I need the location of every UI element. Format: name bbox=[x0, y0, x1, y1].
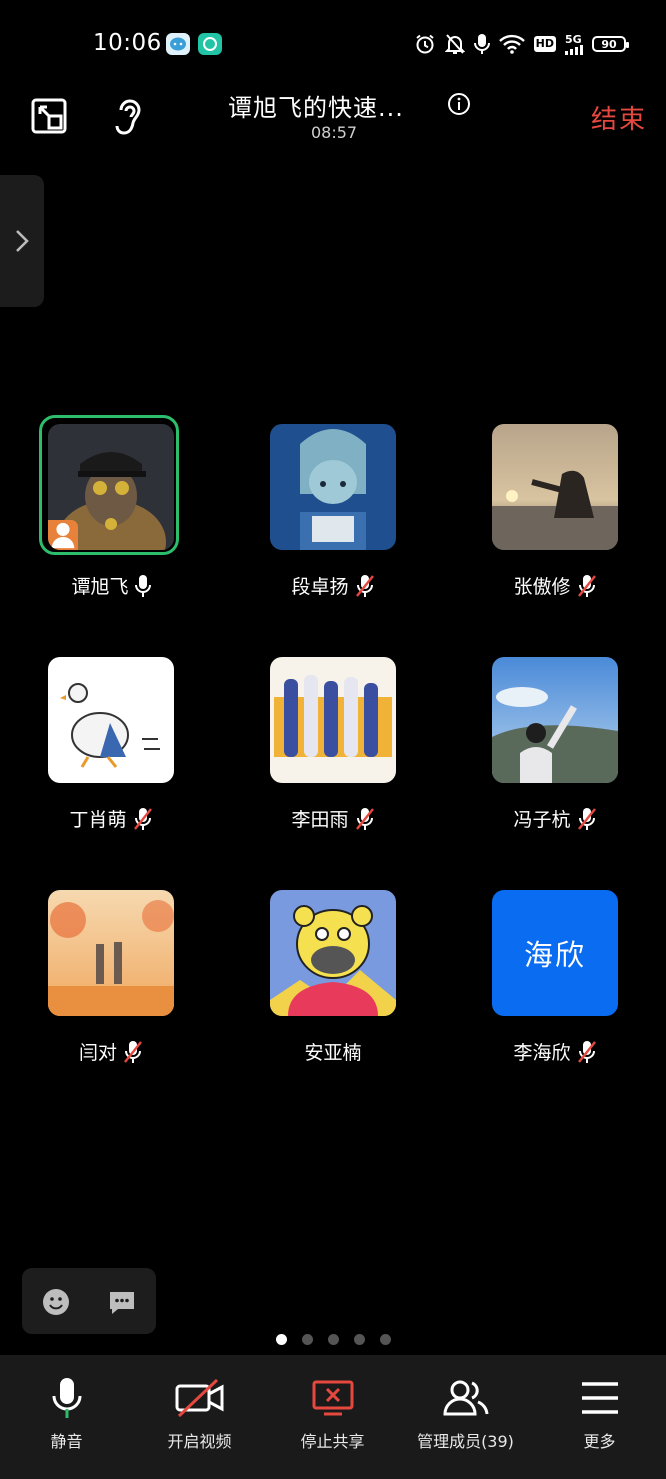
microphone-icon bbox=[52, 1378, 81, 1418]
participant-name: 安亚楠 bbox=[304, 1042, 362, 1064]
chat-app-notification-icon bbox=[166, 33, 190, 55]
reaction-bar bbox=[22, 1268, 156, 1334]
picture-in-picture-icon bbox=[31, 98, 67, 134]
participant-name-row: 冯子杭 bbox=[465, 805, 645, 832]
stop-sharing-label: 停止共享 bbox=[300, 1432, 365, 1451]
participant-avatar bbox=[48, 657, 174, 783]
mute-label: 静音 bbox=[50, 1432, 83, 1451]
participant-name-row: 安亚楠 bbox=[243, 1038, 423, 1065]
meeting-app-notification-icon bbox=[198, 33, 222, 55]
stop-sharing-button[interactable]: 停止共享 bbox=[266, 1355, 399, 1479]
participant-avatar bbox=[270, 424, 396, 550]
start-video-button[interactable]: 开启视频 bbox=[133, 1355, 266, 1479]
start-video-label: 开启视频 bbox=[167, 1432, 232, 1451]
network-type: 5G bbox=[565, 32, 582, 46]
status-bar: 10:06 HD 5G 90 bbox=[0, 0, 666, 88]
participant-name: 段卓扬 bbox=[291, 576, 349, 598]
participant-avatar: 海欣 bbox=[492, 890, 618, 1016]
participant-name-row: 李田雨 bbox=[243, 805, 423, 832]
page-indicator[interactable] bbox=[0, 1334, 666, 1345]
speaking-indicator bbox=[39, 415, 179, 555]
chat-bubble-icon bbox=[110, 1292, 134, 1314]
page-dot bbox=[275, 1334, 287, 1345]
stop-share-icon bbox=[312, 1380, 353, 1416]
participant-name: 闫对 bbox=[78, 1042, 117, 1064]
participant-name: 李田雨 bbox=[291, 809, 349, 831]
participant-name: 丁肖萌 bbox=[69, 809, 127, 831]
microphone-muted-icon bbox=[577, 574, 596, 597]
page-dot bbox=[327, 1334, 339, 1345]
emoji-button[interactable] bbox=[42, 1288, 70, 1316]
meeting-timer: 08:57 bbox=[311, 123, 358, 142]
chevron-right-icon bbox=[16, 230, 29, 252]
participant-avatar bbox=[270, 890, 396, 1016]
members-icon bbox=[442, 1380, 488, 1416]
battery-indicator: 90 bbox=[592, 36, 629, 52]
more-button[interactable]: 更多 bbox=[533, 1355, 666, 1479]
microphone-muted-icon bbox=[355, 807, 374, 830]
microphone-status-icon bbox=[473, 33, 490, 55]
participant-name: 谭旭飞 bbox=[71, 576, 129, 598]
silent-bell-icon bbox=[444, 33, 465, 55]
bottom-toolbar: 静音 开启视频 停止共享 管理成员(39) 更多 bbox=[0, 1355, 666, 1479]
participant-avatar bbox=[492, 657, 618, 783]
status-time: 10:06 bbox=[93, 30, 162, 56]
microphone-muted-icon bbox=[577, 807, 596, 830]
participant-name-row: 谭旭飞 bbox=[21, 572, 201, 599]
participant-name-row: 闫对 bbox=[21, 1038, 201, 1065]
microphone-muted-icon bbox=[124, 1040, 142, 1063]
participant-avatar bbox=[270, 657, 396, 783]
more-label: 更多 bbox=[583, 1432, 616, 1451]
menu-icon bbox=[581, 1382, 618, 1414]
side-panel-toggle[interactable] bbox=[0, 175, 44, 307]
participant-avatar bbox=[48, 890, 174, 1016]
avatar-initials: 海欣 bbox=[523, 938, 586, 972]
page-dot bbox=[353, 1334, 365, 1345]
participant-name: 张傲修 bbox=[513, 576, 571, 598]
participant-name: 冯子杭 bbox=[513, 809, 571, 831]
meeting-info-button[interactable] bbox=[447, 92, 471, 116]
alarm-icon bbox=[414, 33, 436, 55]
smiley-icon bbox=[43, 1289, 69, 1315]
minimize-window-button[interactable] bbox=[30, 98, 68, 134]
info-icon bbox=[448, 93, 470, 115]
microphone-muted-icon bbox=[577, 1040, 596, 1063]
ear-icon bbox=[115, 99, 141, 135]
meeting-title[interactable]: 谭旭飞的快速... bbox=[228, 88, 404, 123]
manage-members-label: 管理成员(39) bbox=[417, 1432, 514, 1451]
mute-button[interactable]: 静音 bbox=[0, 1355, 133, 1479]
microphone-muted-icon bbox=[355, 574, 374, 597]
participant-name-row: 段卓扬 bbox=[243, 572, 423, 599]
hd-badge: HD bbox=[533, 36, 556, 52]
page-dot bbox=[301, 1334, 313, 1345]
microphone-muted-icon bbox=[133, 807, 152, 830]
earpiece-button[interactable] bbox=[112, 96, 144, 138]
participant-name: 李海欣 bbox=[513, 1042, 571, 1064]
manage-members-button[interactable]: 管理成员(39) bbox=[399, 1355, 532, 1479]
video-off-icon bbox=[175, 1378, 223, 1418]
participant-avatar bbox=[492, 424, 618, 550]
participant-name-row: 张傲修 bbox=[465, 572, 645, 599]
microphone-on-icon bbox=[134, 574, 151, 597]
end-meeting-button[interactable]: 结束 bbox=[591, 99, 647, 136]
signal-5g-icon: 5G bbox=[565, 34, 583, 55]
page-dot bbox=[379, 1334, 391, 1345]
participant-name-row: 李海欣 bbox=[465, 1038, 645, 1065]
wifi-icon bbox=[498, 34, 525, 54]
participant-name-row: 丁肖萌 bbox=[21, 805, 201, 832]
chat-button[interactable] bbox=[108, 1290, 136, 1316]
